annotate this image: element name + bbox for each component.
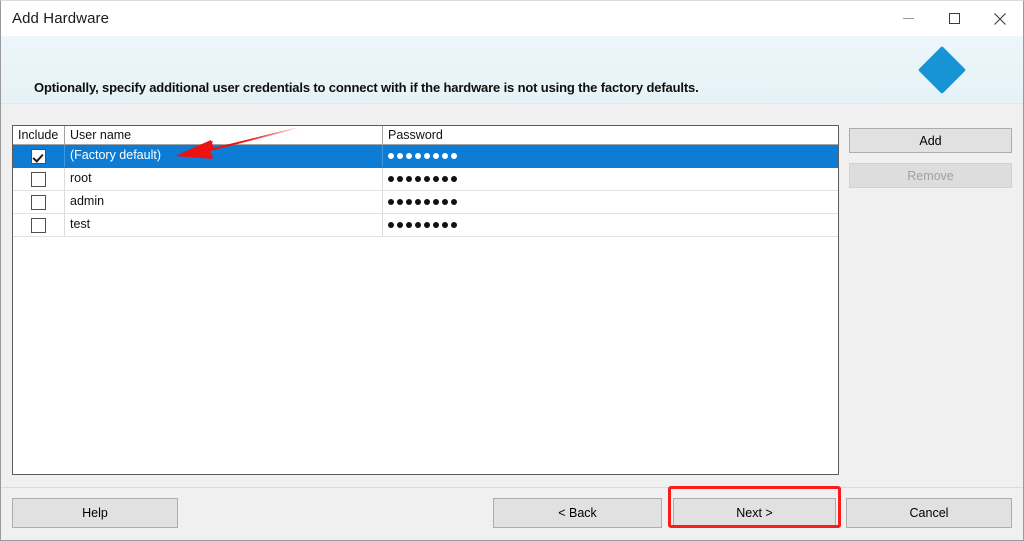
include-cell[interactable] <box>13 145 65 167</box>
close-icon[interactable] <box>977 1 1023 36</box>
include-cell[interactable] <box>13 191 65 213</box>
include-cell[interactable] <box>13 214 65 236</box>
include-checkbox[interactable] <box>31 217 46 233</box>
next-button[interactable]: Next > <box>673 498 836 528</box>
window-title: Add Hardware <box>12 10 110 27</box>
back-button[interactable]: < Back <box>493 498 662 528</box>
grid-header-row: Include User name Password <box>13 126 838 145</box>
password-masked-dots <box>388 176 457 182</box>
help-button[interactable]: Help <box>12 498 178 528</box>
maximize-icon[interactable] <box>931 1 977 36</box>
password-cell[interactable] <box>383 168 838 190</box>
dialog-body: Include User name Password (Factory defa… <box>1 105 1023 487</box>
credentials-grid[interactable]: Include User name Password (Factory defa… <box>12 125 839 475</box>
wizard-banner: Optionally, specify additional user cred… <box>1 36 1023 104</box>
table-row[interactable]: test <box>13 214 838 237</box>
password-cell[interactable] <box>383 214 838 236</box>
password-masked-dots <box>388 222 457 228</box>
title-bar: Add Hardware <box>1 1 1023 36</box>
password-masked-dots <box>388 199 457 205</box>
minimize-icon[interactable] <box>885 1 931 36</box>
remove-button: Remove <box>849 163 1012 188</box>
include-checkbox[interactable] <box>31 171 46 187</box>
caption-button-group <box>885 1 1023 36</box>
cancel-button[interactable]: Cancel <box>846 498 1012 528</box>
password-cell[interactable] <box>383 145 838 167</box>
column-header-password[interactable]: Password <box>383 126 838 144</box>
column-header-include[interactable]: Include <box>13 126 65 144</box>
dialog-footer: Help < Back Next > Cancel <box>1 487 1023 540</box>
include-cell[interactable] <box>13 168 65 190</box>
user-name-cell[interactable]: root <box>65 168 383 190</box>
table-row[interactable]: root <box>13 168 838 191</box>
table-row[interactable]: admin <box>13 191 838 214</box>
user-name-cell[interactable]: test <box>65 214 383 236</box>
add-button[interactable]: Add <box>849 128 1012 153</box>
add-hardware-dialog: Add Hardware Optionally, specify additio… <box>0 0 1024 541</box>
user-name-cell[interactable]: admin <box>65 191 383 213</box>
password-masked-dots <box>388 153 457 159</box>
include-checkbox[interactable] <box>31 194 46 210</box>
user-name-cell[interactable]: (Factory default) <box>65 145 383 167</box>
banner-instruction-text: Optionally, specify additional user cred… <box>34 80 699 95</box>
blue-diamond-logo-icon <box>917 45 967 95</box>
table-row[interactable]: (Factory default) <box>13 145 838 168</box>
column-header-user-name[interactable]: User name <box>65 126 383 144</box>
include-checkbox[interactable] <box>31 148 46 164</box>
password-cell[interactable] <box>383 191 838 213</box>
